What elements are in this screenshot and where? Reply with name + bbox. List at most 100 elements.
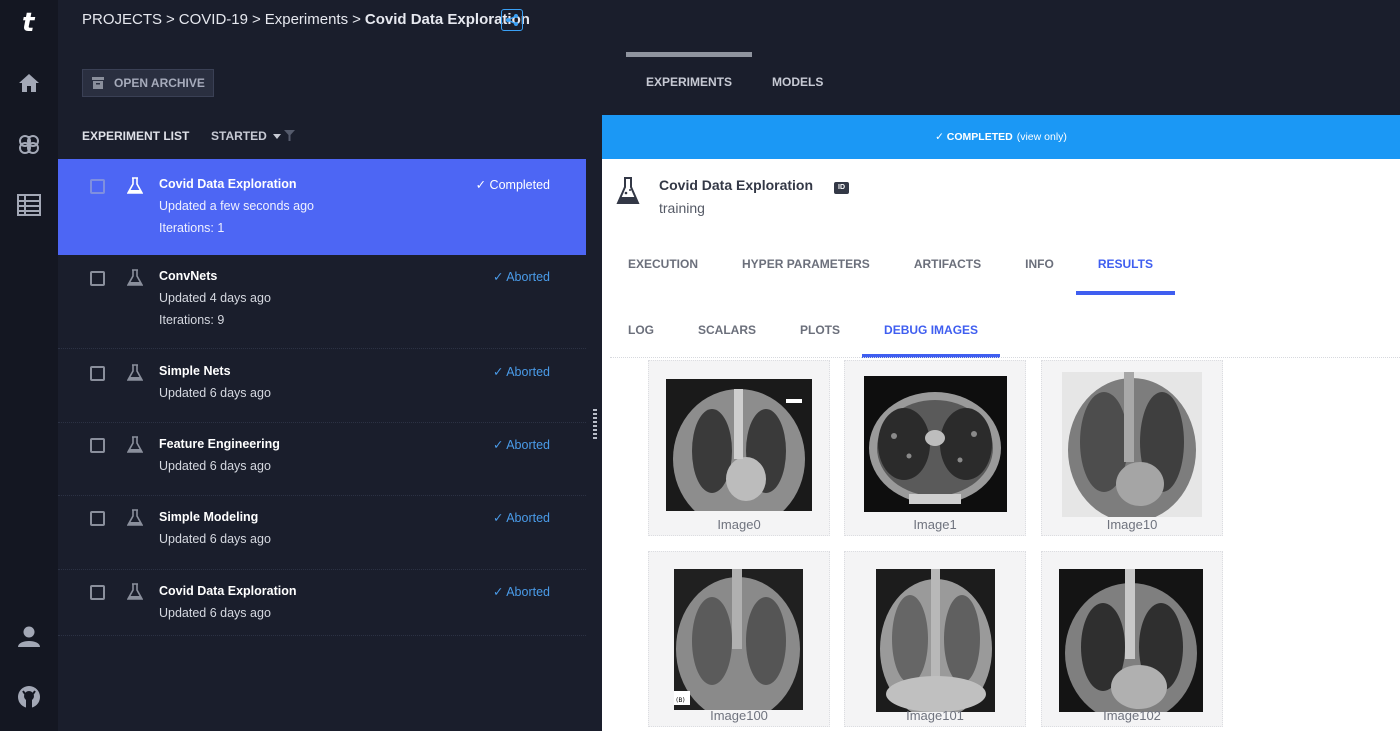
experiment-status: ✓ Completed — [475, 178, 550, 192]
experiment-status-label: Aborted — [506, 511, 550, 525]
experiment-row[interactable]: Simple Modeling ✓ Aborted Updated 6 days… — [58, 496, 586, 570]
home-icon[interactable] — [15, 69, 43, 97]
debug-image-card[interactable]: Image1 — [844, 360, 1026, 536]
experiment-iterations: Iterations: 1 — [159, 221, 225, 235]
row-checkbox[interactable] — [90, 438, 105, 453]
row-checkbox[interactable] — [90, 366, 105, 381]
tab-hyper-parameters[interactable]: HYPER PARAMETERS — [720, 251, 892, 295]
breadcrumb-project[interactable]: COVID-19 — [179, 11, 248, 28]
experiment-list: Covid Data Exploration ✓ Completed Updat… — [58, 159, 586, 731]
image-caption: Image102 — [1103, 708, 1161, 723]
image-caption: Image10 — [1106, 517, 1158, 532]
tab-log[interactable]: LOG — [606, 318, 676, 358]
experiment-type: training — [659, 200, 705, 216]
experiment-row[interactable]: ConvNets ✓ Aborted Updated 4 days ago It… — [58, 255, 586, 349]
sort-dropdown[interactable]: STARTED — [211, 129, 282, 143]
user-icon[interactable] — [15, 622, 43, 650]
experiment-updated: Updated 6 days ago — [159, 386, 271, 400]
row-checkbox[interactable] — [90, 179, 105, 194]
experiment-status-label: Aborted — [506, 365, 550, 379]
status-banner: ✓ COMPLETED (view only) — [602, 115, 1400, 159]
panel-resize-handle[interactable] — [593, 409, 597, 439]
experiment-updated: Updated 6 days ago — [159, 459, 271, 473]
experiment-updated: Updated 6 days ago — [159, 532, 271, 546]
debug-image-xray — [1062, 372, 1202, 517]
experiment-status-label: Aborted — [506, 438, 550, 452]
caret-down-icon — [273, 133, 282, 139]
experiment-row[interactable]: Feature Engineering ✓ Aborted Updated 6 … — [58, 423, 586, 496]
debug-image-card[interactable]: (B) Image100 — [648, 551, 830, 727]
debug-image-card[interactable]: Image0 — [648, 360, 830, 536]
breadcrumb: PROJECTS > COVID-19 > Experiments > Covid Data… — [82, 11, 530, 28]
debug-image-xray: (B) — [674, 569, 803, 710]
github-icon[interactable] — [15, 683, 43, 711]
experiment-row[interactable]: Simple Nets ✓ Aborted Updated 6 days ago — [58, 349, 586, 423]
experiment-status: ✓ Aborted — [492, 270, 550, 284]
experiment-updated: Updated a few seconds ago — [159, 199, 314, 213]
filter-icon[interactable] — [284, 128, 295, 146]
experiment-title: Covid Data Exploration — [659, 177, 814, 193]
experiment-row[interactable]: Covid Data Exploration ✓ Aborted Updated… — [58, 570, 586, 636]
share-icon — [506, 14, 518, 26]
brain-icon[interactable] — [15, 130, 43, 158]
experiment-status: ✓ Aborted — [492, 438, 550, 452]
debug-image-card[interactable]: Image102 — [1041, 551, 1223, 727]
experiment-name: Covid Data Exploration — [159, 584, 297, 598]
share-button[interactable] — [501, 9, 523, 31]
results-tabs: LOG SCALARS PLOTS DEBUG IMAGES — [606, 318, 1001, 358]
row-checkbox[interactable] — [90, 271, 105, 286]
tab-plots[interactable]: PLOTS — [778, 318, 862, 358]
image-caption: Image0 — [717, 517, 761, 532]
image-caption: Image101 — [906, 708, 964, 723]
banner-mode: (view only) — [1016, 131, 1067, 143]
breadcrumb-separator: > — [352, 11, 361, 28]
tab-scalars[interactable]: SCALARS — [676, 318, 778, 358]
breadcrumb-separator: > — [251, 11, 261, 28]
tab-experiments[interactable]: EXPERIMENTS — [626, 52, 753, 112]
archive-icon — [92, 77, 104, 89]
experiment-status-label: Aborted — [506, 585, 550, 599]
experiment-name: Covid Data Exploration — [159, 177, 297, 191]
experiment-status-label: Aborted — [506, 270, 550, 284]
flask-icon — [127, 583, 143, 600]
check-icon: ✓ — [935, 131, 947, 143]
experiment-name: ConvNets — [159, 269, 218, 283]
experiment-updated: Updated 4 days ago — [159, 291, 271, 305]
id-badge[interactable]: ID — [834, 182, 849, 194]
tab-artifacts[interactable]: ARTIFACTS — [892, 251, 1003, 295]
row-checkbox[interactable] — [90, 585, 105, 600]
sort-label: STARTED — [211, 129, 267, 143]
debug-image-card[interactable]: Image101 — [844, 551, 1026, 727]
row-checkbox[interactable] — [90, 511, 105, 526]
flask-icon — [127, 269, 143, 286]
open-archive-label: OPEN ARCHIVE — [114, 76, 205, 90]
tabs-divider — [610, 357, 1400, 358]
experiment-status-label: Completed — [489, 178, 550, 192]
debug-image-ct — [864, 376, 1007, 512]
breadcrumb-separator: > — [166, 11, 175, 28]
debug-image-xray — [666, 379, 812, 511]
experiment-iterations: Iterations: 9 — [159, 313, 225, 327]
svg-text:t: t — [22, 9, 36, 35]
tab-info[interactable]: INFO — [1003, 251, 1076, 295]
flask-icon — [127, 509, 143, 526]
tab-debug-images[interactable]: DEBUG IMAGES — [862, 318, 1001, 358]
debug-image-xray — [876, 569, 995, 712]
tab-execution[interactable]: EXECUTION — [606, 251, 720, 295]
table-icon[interactable] — [15, 191, 43, 219]
experiment-status: ✓ Aborted — [492, 511, 550, 525]
flask-icon — [616, 177, 640, 204]
left-rail: t — [0, 0, 58, 731]
banner-status: COMPLETED — [946, 131, 1013, 143]
experiment-name: Simple Nets — [159, 364, 231, 378]
tab-results[interactable]: RESULTS — [1075, 251, 1176, 295]
flask-icon — [127, 177, 143, 194]
tab-models[interactable]: MODELS — [752, 52, 843, 112]
breadcrumb-projects[interactable]: PROJECTS — [82, 11, 162, 28]
open-archive-button[interactable]: OPEN ARCHIVE — [82, 69, 214, 97]
experiment-row[interactable]: Covid Data Exploration ✓ Completed Updat… — [58, 159, 586, 255]
trains-logo[interactable]: t — [0, 0, 58, 44]
debug-image-card[interactable]: Image10 — [1041, 360, 1223, 536]
breadcrumb-experiments[interactable]: Experiments — [265, 11, 348, 28]
experiment-status: ✓ Aborted — [492, 365, 550, 379]
